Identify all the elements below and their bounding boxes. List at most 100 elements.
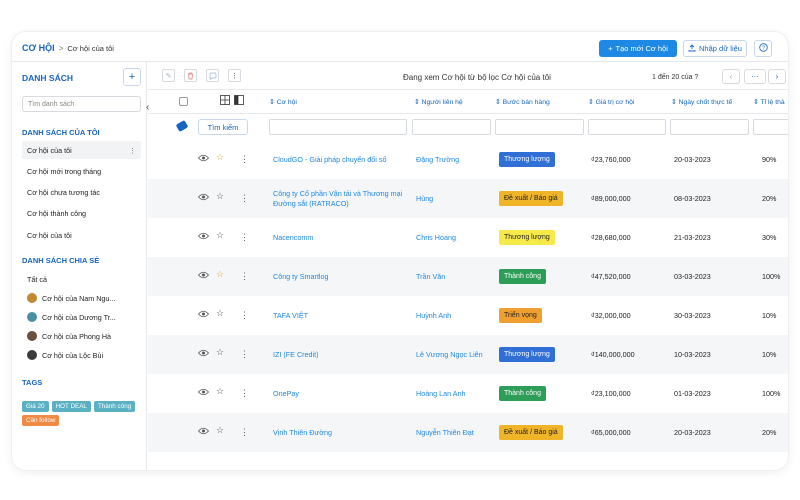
table-row[interactable]: ☆ ⋮ Công ty Smartlog Trần Văn Thành công ₫47,…: [148, 257, 788, 296]
more-vertical-icon[interactable]: ⋮: [240, 154, 249, 165]
value-filter-input[interactable]: [588, 119, 666, 135]
contact-link[interactable]: Đặng Trường: [416, 140, 491, 179]
more-vertical-icon[interactable]: ⋮: [240, 271, 249, 282]
list-search-input[interactable]: Tìm danh sách: [22, 96, 141, 112]
contact-link[interactable]: Chris Hoang: [416, 218, 491, 257]
opportunity-name-link[interactable]: Công ty Cổ phần Vận tải và Thương mại Đư…: [273, 179, 403, 218]
star-icon[interactable]: ☆: [216, 191, 224, 202]
contact-filter-input[interactable]: [412, 119, 491, 135]
eye-icon[interactable]: [197, 271, 210, 281]
edit-icon[interactable]: ✎: [162, 69, 175, 82]
opportunity-name-link[interactable]: TAFA VIỆT: [273, 296, 403, 335]
table-row[interactable]: ☆ ⋮ IZI (FE Credit) Lê Vương Ngọc Liên Thươn…: [148, 335, 788, 374]
sidebar-item-shared-duong[interactable]: Cơ hội của Dương Tr...: [22, 308, 141, 326]
table-row[interactable]: ☆ ⋮ Công ty Cổ phần Vận tải và Thương mại …: [148, 179, 788, 218]
more-vertical-icon[interactable]: ⋮: [240, 388, 249, 399]
more-vertical-icon[interactable]: ⋮: [240, 193, 249, 204]
view-title: Đang xem Cơ hội từ bộ lọc Cơ hội của tôi: [403, 73, 551, 82]
sidebar-item-new-this-month[interactable]: Cơ hội mới trong tháng: [22, 162, 141, 180]
more-vertical-icon[interactable]: ⋮: [240, 310, 249, 321]
columns-icon[interactable]: [234, 95, 244, 107]
star-icon[interactable]: ☆: [216, 347, 224, 358]
filter-row: Tìm kiếm: [148, 114, 788, 140]
opportunity-name-link[interactable]: Vịnh Thiên Đường: [273, 413, 403, 452]
star-icon[interactable]: ☆: [216, 308, 224, 319]
opportunity-name-link[interactable]: Công ty Smartlog: [273, 257, 403, 296]
table-row[interactable]: ☆ ⋮ CloudGO - Giải pháp chuyển đổi số Đặng …: [148, 140, 788, 179]
contact-link[interactable]: Nguyễn Thiên Đạt: [416, 413, 491, 452]
eye-icon[interactable]: [197, 232, 210, 242]
more-vertical-icon[interactable]: ⋮: [240, 232, 249, 243]
star-icon[interactable]: ☆: [216, 269, 224, 280]
column-header-contact[interactable]: ⇕ Người liên hệ: [414, 98, 463, 106]
more-vertical-icon[interactable]: ⋮: [228, 69, 241, 82]
sidebar-item-my-opportunities-2[interactable]: Cơ hội của tôi: [22, 226, 141, 244]
prev-page-button[interactable]: ‹: [722, 69, 740, 84]
eye-icon[interactable]: [197, 154, 210, 164]
contact-link[interactable]: Hoàng Lan Anh: [416, 374, 491, 413]
sidebar-item-shared-phong[interactable]: Cơ hội của Phong Hà: [22, 327, 141, 345]
stage-filter-input[interactable]: [495, 119, 584, 135]
name-filter-input[interactable]: [269, 119, 407, 135]
star-icon[interactable]: ☆: [216, 386, 224, 397]
table-row[interactable]: ☆ ⋮ TAFA VIỆT Huỳnh Anh Triển vọng ₫32,000,00…: [148, 296, 788, 335]
column-header-close-date[interactable]: ⇕ Ngày chốt thực tế: [671, 98, 732, 106]
sidebar-item-all[interactable]: Tất cả: [22, 270, 141, 288]
trash-icon[interactable]: [184, 69, 197, 82]
column-header-name[interactable]: ⇕ Cơ hội: [269, 98, 297, 106]
opportunity-name-link[interactable]: OnePay: [273, 374, 403, 413]
column-header-value[interactable]: ⇕ Giá trị cơ hội: [588, 98, 634, 106]
contact-link[interactable]: Huỳnh Anh: [416, 296, 491, 335]
column-header-rate[interactable]: ⇕ Tỉ lệ thà: [753, 98, 785, 106]
comment-icon[interactable]: [206, 69, 219, 82]
tag-can-follow[interactable]: Cần follow: [22, 415, 60, 426]
table-header: ⇕ Cơ hội ⇕ Người liên hệ ⇕ Bước bán hàng…: [148, 90, 788, 114]
close-date-filter-input[interactable]: [670, 119, 749, 135]
avatar: [27, 312, 37, 322]
star-icon[interactable]: ☆: [216, 425, 224, 436]
sidebar-item-no-interaction[interactable]: Cơ hội chưa tương tác: [22, 183, 141, 201]
eye-icon[interactable]: [197, 193, 210, 203]
help-button[interactable]: ?: [754, 40, 772, 57]
column-header-stage[interactable]: ⇕ Bước bán hàng: [495, 98, 550, 106]
opportunity-name-link[interactable]: IZI (FE Credit): [273, 335, 403, 374]
eraser-icon[interactable]: [175, 120, 189, 132]
eye-icon[interactable]: [197, 349, 210, 359]
more-pagination-button[interactable]: ···: [744, 69, 766, 84]
add-list-button[interactable]: +: [123, 68, 141, 86]
star-icon[interactable]: ☆: [216, 152, 224, 163]
contact-link[interactable]: Trần Văn: [416, 257, 491, 296]
tag-gia-20[interactable]: Giá 20: [22, 401, 49, 412]
breadcrumb-module[interactable]: CƠ HỘI: [22, 43, 55, 53]
sidebar-item-successful[interactable]: Cơ hội thành công: [22, 204, 141, 222]
search-button[interactable]: Tìm kiếm: [198, 119, 248, 135]
more-vertical-icon[interactable]: ⋮: [129, 146, 136, 155]
sidebar-item-my-opportunities[interactable]: Cơ hội của tôi ⋮: [22, 141, 141, 159]
tag-thanh-cong[interactable]: Thành công: [93, 401, 136, 412]
opportunity-name-link[interactable]: Nacencomm: [273, 218, 403, 257]
close-date: 20-03-2023: [674, 428, 711, 437]
create-opportunity-button[interactable]: + Tạo mới Cơ hội: [599, 40, 677, 57]
contact-link[interactable]: Lê Vương Ngọc Liên: [416, 335, 491, 374]
next-page-button[interactable]: ›: [768, 69, 786, 84]
star-icon[interactable]: ☆: [216, 230, 224, 241]
opportunity-name-link[interactable]: CloudGO - Giải pháp chuyển đổi số: [273, 140, 403, 179]
more-vertical-icon[interactable]: ⋮: [240, 349, 249, 360]
select-all-checkbox[interactable]: [179, 97, 188, 106]
table-row[interactable]: ☆ ⋮ Vịnh Thiên Đường Nguyễn Thiên Đạt Đề xuấ…: [148, 413, 788, 452]
breadcrumb-current: Cơ hội của tôi: [67, 43, 114, 53]
sidebar-item-shared-loc[interactable]: Cơ hội của Lộc Bùi: [22, 346, 141, 364]
more-vertical-icon[interactable]: ⋮: [240, 427, 249, 438]
eye-icon[interactable]: [197, 388, 210, 398]
sidebar-item-shared-nam[interactable]: Cơ hội của Nam Ngu...: [22, 289, 141, 307]
table-row[interactable]: ☆ ⋮ OnePay Hoàng Lan Anh Thành công ₫23,100,0…: [148, 374, 788, 413]
tag-hot-deal[interactable]: HOT DEAL: [51, 401, 91, 412]
contact-link[interactable]: Hùng: [416, 179, 491, 218]
import-data-button[interactable]: Nhập dữ liệu: [683, 40, 747, 57]
eye-icon[interactable]: [197, 310, 210, 320]
grid-icon[interactable]: [220, 95, 230, 107]
table-row[interactable]: ☆ ⋮ Nacencomm Chris Hoang Thương lượng ₫28,68…: [148, 218, 788, 257]
win-rate: 10%: [762, 350, 777, 359]
eye-icon[interactable]: [197, 427, 210, 437]
rate-filter-input[interactable]: [753, 119, 788, 135]
